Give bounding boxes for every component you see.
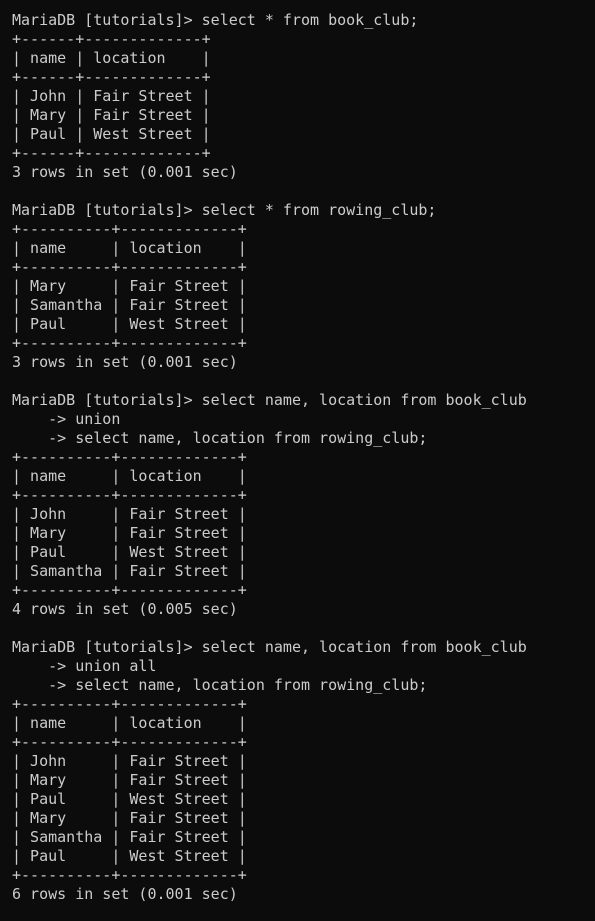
table-row: | Mary | Fair Street | [12, 106, 211, 124]
result-summary: 3 rows in set (0.001 sec) [12, 163, 238, 181]
table-row: | Paul | West Street | [12, 315, 247, 333]
terminal-window[interactable]: MariaDB [tutorials]> select * from book_… [0, 0, 595, 921]
prompt-line: MariaDB [tutorials]> select name, locati… [12, 638, 527, 656]
prompt-line: MariaDB [tutorials]> select name, locati… [12, 391, 527, 409]
table-row: | Samantha | Fair Street | [12, 562, 247, 580]
table-row: | Mary | Fair Street | [12, 771, 247, 789]
table-row: | John | Fair Street | [12, 505, 247, 523]
result-summary: 6 rows in set (0.001 sec) [12, 885, 238, 903]
table-row: | Paul | West Street | [12, 847, 247, 865]
table-border: +------+-------------+ [12, 144, 211, 162]
table-header: | name | location | [12, 239, 247, 257]
result-summary: 3 rows in set (0.001 sec) [12, 353, 238, 371]
table-border: +----------+-------------+ [12, 220, 247, 238]
continuation-line: -> union all [12, 657, 157, 675]
continuation-line: -> select name, location from rowing_clu… [12, 429, 428, 447]
table-row: | Paul | West Street | [12, 790, 247, 808]
table-border: +----------+-------------+ [12, 258, 247, 276]
continuation-line: -> select name, location from rowing_clu… [12, 676, 428, 694]
table-row: | Samantha | Fair Street | [12, 296, 247, 314]
table-row: | Mary | Fair Street | [12, 277, 247, 295]
table-row: | Samantha | Fair Street | [12, 828, 247, 846]
table-row: | John | Fair Street | [12, 87, 211, 105]
result-summary: 4 rows in set (0.005 sec) [12, 600, 238, 618]
continuation-line: -> union [12, 410, 121, 428]
table-header: | name | location | [12, 467, 247, 485]
table-border: +----------+-------------+ [12, 581, 247, 599]
table-row: | Mary | Fair Street | [12, 524, 247, 542]
table-header: | name | location | [12, 714, 247, 732]
table-border: +----------+-------------+ [12, 486, 247, 504]
table-header: | name | location | [12, 49, 211, 67]
table-border: +----------+-------------+ [12, 866, 247, 884]
prompt-line: MariaDB [tutorials]> select * from book_… [12, 11, 419, 29]
table-row: | Mary | Fair Street | [12, 809, 247, 827]
table-border: +----------+-------------+ [12, 695, 247, 713]
prompt-line: MariaDB [tutorials]> select * from rowin… [12, 201, 437, 219]
table-row: | Paul | West Street | [12, 543, 247, 561]
table-border: +------+-------------+ [12, 30, 211, 48]
table-border: +------+-------------+ [12, 68, 211, 86]
table-border: +----------+-------------+ [12, 733, 247, 751]
table-row: | Paul | West Street | [12, 125, 211, 143]
table-border: +----------+-------------+ [12, 448, 247, 466]
table-border: +----------+-------------+ [12, 334, 247, 352]
table-row: | John | Fair Street | [12, 752, 247, 770]
